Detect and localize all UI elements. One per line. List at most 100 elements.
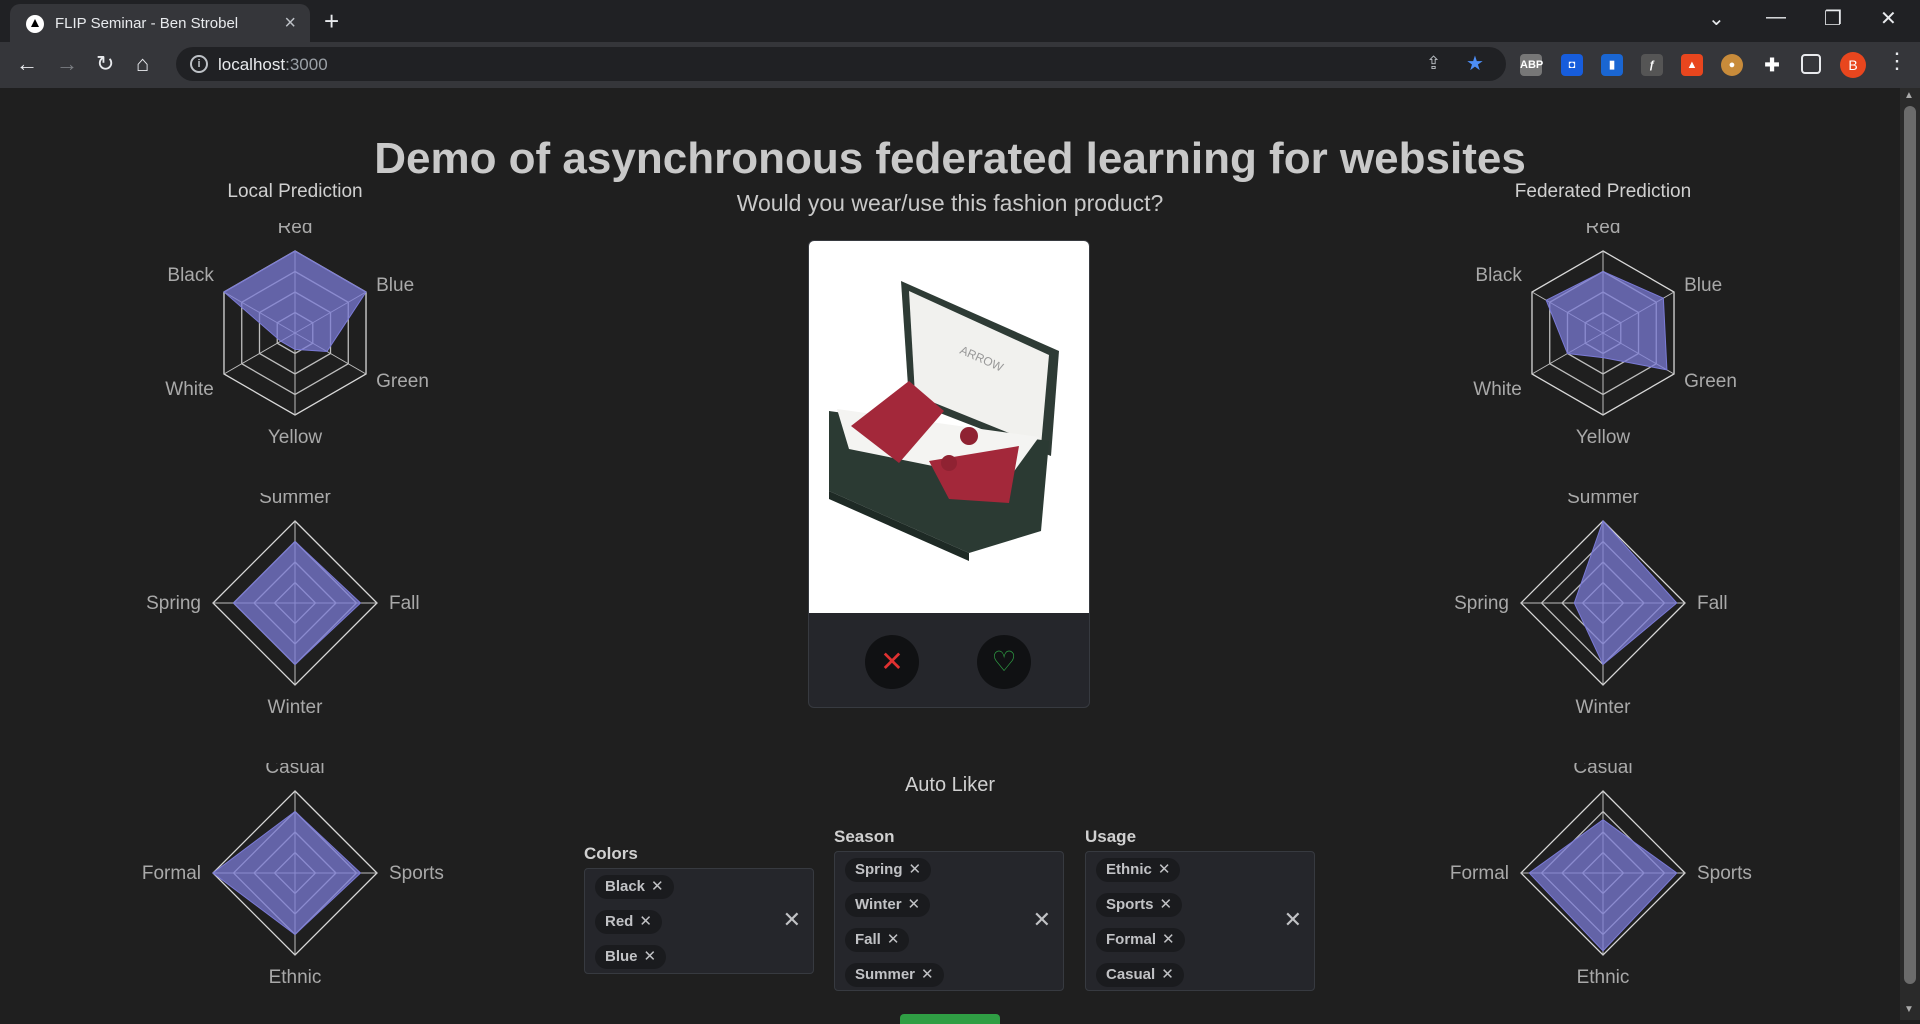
local-usage-axis-label: Sports [389, 863, 444, 884]
submit-button[interactable] [900, 1014, 1000, 1024]
federated-colors-axis-label: Blue [1684, 275, 1722, 296]
close-window-icon[interactable]: ✕ [1880, 6, 1897, 31]
clear-colors-icon[interactable]: ✕ [783, 907, 801, 933]
local-season-radar: Summer Fall Winter Spring [146, 493, 420, 713]
federated-prediction-title: Federated Prediction [1514, 181, 1692, 202]
remove-usage-icon[interactable]: ✕ [1160, 896, 1173, 913]
federated-usage-axis-label: Sports [1697, 863, 1752, 884]
usage-pill-label: Sports [1106, 896, 1154, 913]
browser-tab[interactable]: FLIP Seminar - Ben Strobel × [10, 4, 310, 42]
browser-tabbar: FLIP Seminar - Ben Strobel × + ⌄ — ❐ ✕ [0, 0, 1920, 42]
local-colors-axis-label: Blue [376, 275, 414, 296]
url-text: localhost:3000 [218, 55, 328, 74]
remove-season-icon[interactable]: ✕ [921, 966, 934, 983]
product-card: ARROW ✕ ♡ [808, 240, 1090, 708]
colors-multiselect[interactable]: Black ✕ Red ✕ Blue ✕ ✕ [584, 868, 814, 974]
colors-label: Colors [584, 844, 638, 863]
scroll-down-icon[interactable]: ▼ [1904, 1004, 1914, 1015]
address-bar[interactable]: i localhost:3000 ⇪ ★ [176, 47, 1506, 81]
scroll-up-icon[interactable]: ▲ [1904, 90, 1914, 101]
cookie-icon[interactable]: ● [1721, 54, 1743, 76]
season-pill: Fall ✕ [845, 928, 910, 952]
page-scrollbar[interactable]: ▲ ▼ [1900, 88, 1920, 1020]
share-icon[interactable]: ⇪ [1426, 53, 1441, 74]
local-prediction-title: Local Prediction [227, 181, 363, 202]
page-title: Demo of asynchronous federated learning … [374, 134, 1526, 183]
season-label: Season [834, 827, 895, 846]
restore-icon[interactable]: ❐ [1824, 6, 1842, 31]
federated-season-axis-label: Spring [1454, 593, 1509, 614]
local-colors-axis-label: White [165, 379, 214, 400]
local-season-axis-label: Summer [259, 493, 331, 508]
clear-season-icon[interactable]: ✕ [1033, 907, 1051, 933]
local-season-data-area [232, 540, 362, 666]
new-tab-icon[interactable]: + [324, 6, 339, 37]
reload-icon[interactable]: ↻ [96, 51, 114, 77]
season-pill-label: Fall [855, 931, 881, 948]
local-usage-axis-label: Ethnic [269, 967, 322, 983]
scroll-thumb[interactable] [1904, 106, 1916, 984]
local-colors-axis-label: Black [167, 265, 214, 286]
remove-usage-icon[interactable]: ✕ [1158, 861, 1171, 878]
colors-pill: Blue ✕ [595, 945, 667, 969]
remove-colors-icon[interactable]: ✕ [651, 878, 664, 895]
local-usage-data-area [212, 810, 362, 936]
colors-pill-label: Blue [605, 948, 638, 965]
minimize-icon[interactable]: — [1766, 6, 1786, 29]
home-icon[interactable]: ⌂ [136, 51, 149, 77]
usage-pill: Formal ✕ [1096, 928, 1185, 952]
site-info-icon[interactable]: i [190, 55, 208, 73]
usage-pill: Casual ✕ [1096, 963, 1184, 987]
federated-colors-axis-label: Red [1586, 223, 1621, 238]
federated-colors-axis-label: White [1473, 379, 1522, 400]
usage-pill: Ethnic ✕ [1096, 858, 1181, 882]
nextjs-favicon-icon [26, 15, 44, 33]
usage-label: Usage [1085, 827, 1137, 846]
like-button[interactable]: ♡ [977, 635, 1031, 689]
season-pill-label: Summer [855, 966, 916, 983]
colors-pill: Black ✕ [595, 875, 674, 899]
local-season-axis-label: Spring [146, 593, 201, 614]
tab-search-icon[interactable]: ⌄ [1708, 6, 1725, 31]
product-image: ARROW [809, 241, 1089, 613]
local-season-axis-label: Fall [389, 593, 420, 614]
like-icon: ♡ [991, 646, 1017, 677]
usage-multiselect[interactable]: Ethnic ✕ Sports ✕ Formal ✕ Casual ✕ ✕ [1085, 851, 1315, 991]
trello-icon[interactable]: ▮ [1601, 54, 1623, 76]
forward-icon[interactable]: → [56, 51, 78, 77]
page-content: Demo of asynchronous federated learning … [0, 88, 1900, 1024]
season-pill: Winter ✕ [845, 893, 931, 917]
season-multiselect[interactable]: Spring ✕ Winter ✕ Fall ✕ Summer ✕ ✕ [834, 851, 1064, 991]
dislike-button[interactable]: ✕ [865, 635, 919, 689]
federated-colors-axis-label: Green [1684, 371, 1737, 392]
remove-colors-icon[interactable]: ✕ [644, 948, 657, 965]
remove-season-icon[interactable]: ✕ [908, 896, 921, 913]
colors-pill-label: Black [605, 878, 646, 895]
puzzle-icon[interactable]: ✚ [1761, 54, 1783, 76]
remove-season-icon[interactable]: ✕ [909, 861, 922, 878]
bitwarden-icon[interactable]: ◘ [1561, 54, 1583, 76]
colors-pill-label: Red [605, 913, 634, 930]
federated-usage-axis-label: Formal [1450, 863, 1509, 884]
remove-season-icon[interactable]: ✕ [887, 931, 900, 948]
script-icon[interactable]: ƒ [1641, 54, 1663, 76]
season-pill: Spring ✕ [845, 858, 932, 882]
back-icon[interactable]: ← [16, 51, 38, 77]
rocket-icon[interactable]: ▲ [1681, 54, 1703, 76]
menu-icon[interactable]: ⋮ [1886, 48, 1908, 74]
sidepanel-icon[interactable] [1801, 54, 1821, 74]
bookmark-star-icon[interactable]: ★ [1466, 51, 1484, 76]
federated-season-data-area [1573, 520, 1678, 666]
close-tab-icon[interactable]: × [284, 12, 296, 35]
abp-icon[interactable]: ABP [1520, 54, 1543, 76]
tab-title: FLIP Seminar - Ben Strobel [55, 15, 239, 32]
local-colors-axis-label: Red [278, 223, 313, 238]
federated-colors-radar: Red Blue Green Yellow White Black [1473, 223, 1737, 443]
remove-colors-icon[interactable]: ✕ [639, 913, 652, 930]
season-pill-label: Spring [855, 861, 903, 878]
avatar[interactable]: B [1840, 52, 1866, 78]
remove-usage-icon[interactable]: ✕ [1162, 931, 1175, 948]
remove-usage-icon[interactable]: ✕ [1161, 966, 1174, 983]
clear-usage-icon[interactable]: ✕ [1284, 907, 1302, 933]
dislike-icon: ✕ [880, 646, 904, 677]
